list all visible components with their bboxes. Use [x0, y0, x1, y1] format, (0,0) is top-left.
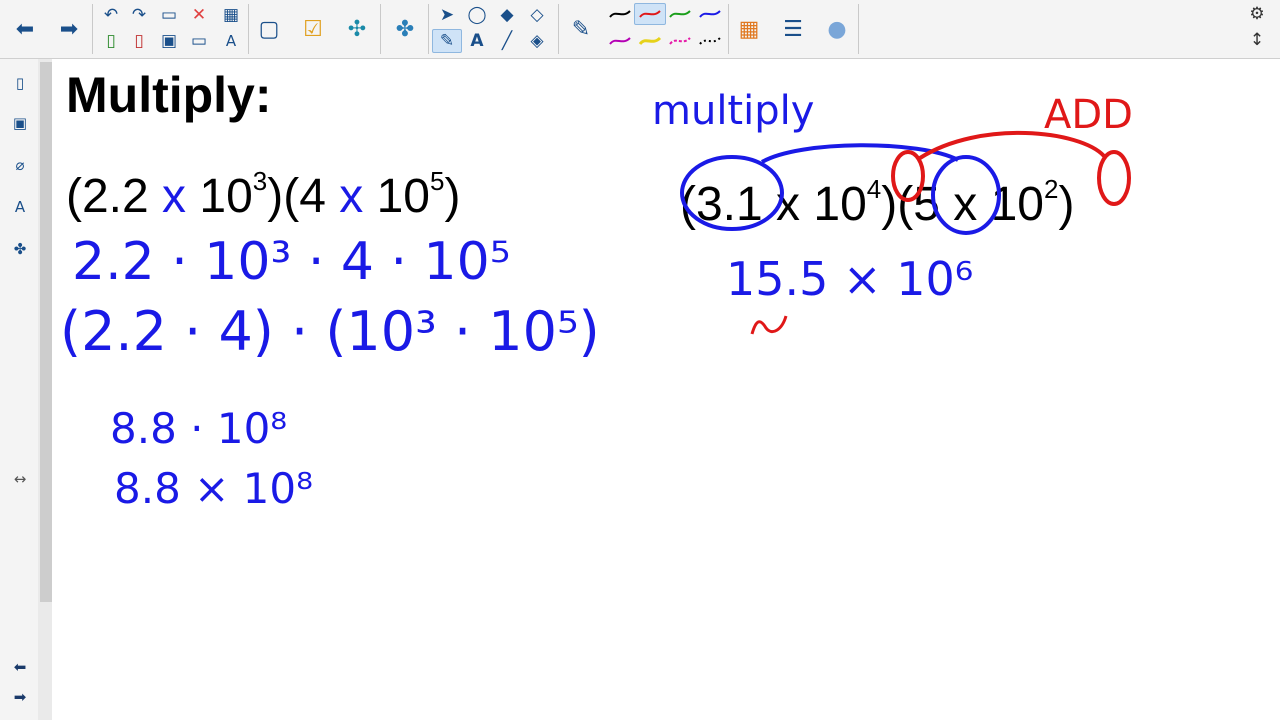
- problem-2-open: (3.1 x 10: [680, 178, 867, 231]
- page-title: Multiply:: [66, 67, 272, 123]
- table-icon[interactable]: ▦: [216, 3, 246, 27]
- whiteboard-canvas[interactable]: [53, 59, 1280, 720]
- problem-1-times: x: [162, 170, 187, 223]
- page-sorter-icon[interactable]: ▯: [8, 71, 32, 95]
- problem-1-expression: (2.2 x 103)(4 x 105): [66, 166, 460, 224]
- arrow-right-icon[interactable]: ➡: [54, 4, 84, 54]
- handwriting-step-1: 2.2 · 10³ · 4 · 10⁵: [72, 232, 511, 292]
- delete-icon[interactable]: ✕: [184, 3, 214, 27]
- fill-icon[interactable]: ◆: [492, 3, 522, 27]
- pen-icon[interactable]: ✎: [432, 29, 462, 53]
- toolbar-divider: [380, 4, 381, 54]
- problem-1-base-2: 10: [376, 170, 430, 223]
- resize-icon[interactable]: ↔: [8, 467, 32, 491]
- pen-swatch-green[interactable]: [668, 7, 692, 21]
- problem-1-times-2: x: [339, 170, 364, 223]
- next-page-icon[interactable]: ➡: [8, 685, 32, 709]
- problem-2-expression: (3.1 x 104)(5 x 102): [680, 174, 1074, 232]
- handwriting-multiply-label: multiply: [652, 88, 815, 134]
- toolbar-divider: [558, 4, 559, 54]
- problem-1-exponent: 3: [252, 166, 268, 196]
- pen-swatch-purple[interactable]: [608, 34, 632, 48]
- shapes-icon[interactable]: ◯: [462, 3, 492, 27]
- line-icon[interactable]: ╱: [492, 29, 522, 53]
- problem-1-exponent-2: 5: [429, 166, 445, 196]
- handwriting-step-2: (2.2 · 4) · (10³ · 10⁵): [60, 300, 600, 363]
- toolbar-divider: [92, 4, 93, 54]
- response-icon[interactable]: ☑: [298, 4, 328, 54]
- side-tabs: ▯ ▣ ⌀ A ✤ ↔ ⬅ ➡: [0, 59, 39, 720]
- move-toolbar-icon[interactable]: ↕: [1242, 28, 1272, 52]
- handwriting-answer-2: 15.5 × 10⁶: [726, 252, 974, 306]
- pen-tool-icon[interactable]: ✎: [566, 4, 596, 54]
- addon-icon[interactable]: ✣: [342, 4, 372, 54]
- delete-page-icon[interactable]: ▯: [124, 29, 154, 53]
- page-scrollbar-thumb[interactable]: [40, 62, 52, 602]
- handwriting-step-3: 8.8 · 10⁸: [110, 404, 288, 453]
- gallery-icon[interactable]: ▣: [8, 111, 32, 135]
- prev-page-icon[interactable]: ⬅: [8, 655, 32, 679]
- toolbar-divider: [428, 4, 429, 54]
- open-file-icon[interactable]: ▭: [154, 3, 184, 27]
- eraser-icon[interactable]: ◇: [522, 3, 552, 27]
- main-toolbar: ⬅ ➡ ↶ ↷ ▭ ✕ ▦ ▯ ▯ ▣ ▭ A ▢ ☑ ✣ ✤ ➤ ◯ ◆ ◇ …: [0, 0, 1280, 59]
- toolbar-divider: [728, 4, 729, 54]
- new-page-icon[interactable]: ▯: [96, 29, 126, 53]
- properties-icon[interactable]: A: [8, 195, 32, 219]
- problem-2-exponent-2: 2: [1043, 174, 1059, 204]
- arrow-left-icon[interactable]: ⬅: [10, 4, 40, 54]
- problem-1-mid: )(4: [267, 170, 340, 223]
- line-style-icon[interactable]: ☰: [778, 4, 808, 54]
- pen-swatch-red[interactable]: [638, 7, 662, 21]
- problem-2-close: ): [1058, 178, 1075, 231]
- problem-1-close: ): [444, 170, 461, 223]
- text-tool-icon[interactable]: A: [216, 29, 246, 53]
- puzzle-icon[interactable]: ✤: [390, 4, 420, 54]
- undo-icon[interactable]: ↶: [96, 3, 126, 27]
- magic-pen-icon[interactable]: ◈: [522, 29, 552, 53]
- toolbar-divider: [248, 4, 249, 54]
- addons-icon[interactable]: ✤: [8, 237, 32, 261]
- fill-effects-icon[interactable]: ●: [822, 4, 852, 54]
- handwriting-step-4: 8.8 × 10⁸: [114, 464, 313, 513]
- problem-2-exponent: 4: [866, 174, 882, 204]
- text-icon[interactable]: A: [462, 29, 492, 53]
- handwriting-add-label: ADD: [1044, 92, 1133, 138]
- pen-swatch-blue[interactable]: [698, 7, 722, 21]
- save-icon[interactable]: ▣: [154, 29, 184, 53]
- attachments-icon[interactable]: ⌀: [8, 153, 32, 177]
- pen-swatch-yellow[interactable]: [638, 34, 662, 48]
- color-palette-icon[interactable]: ▦: [734, 4, 764, 54]
- redo-icon[interactable]: ↷: [124, 3, 154, 27]
- toolbar-divider: [858, 4, 859, 54]
- pen-swatch-magenta-dashed[interactable]: [668, 34, 692, 48]
- select-icon[interactable]: ➤: [432, 3, 462, 27]
- problem-1-base: 10: [199, 170, 253, 223]
- problem-1-open: (2.2: [66, 170, 163, 223]
- problem-2-mid: )(5 x 10: [881, 178, 1044, 231]
- settings-icon[interactable]: ⚙: [1242, 2, 1272, 26]
- screen-shade-icon[interactable]: ▭: [184, 29, 214, 53]
- pen-swatch-black[interactable]: [608, 7, 632, 21]
- pen-swatch-black-dotted[interactable]: [698, 34, 722, 48]
- document-camera-icon[interactable]: ▢: [254, 4, 284, 54]
